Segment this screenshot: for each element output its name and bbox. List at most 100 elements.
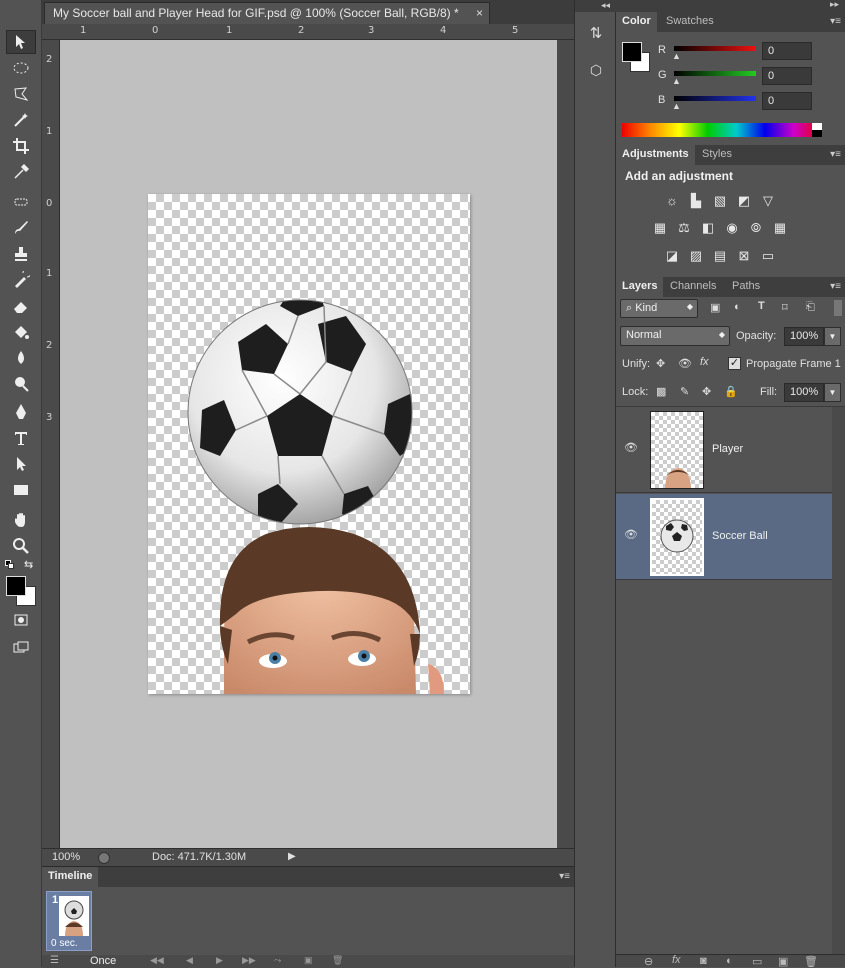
link-layers-icon[interactable]: ⊖ xyxy=(644,955,653,968)
zoom-tool-icon[interactable] xyxy=(6,534,36,558)
lock-position-icon[interactable]: ✥ xyxy=(702,385,711,398)
swap-colors-icon[interactable]: ⇆ xyxy=(24,558,33,571)
blue-slider-handle-icon[interactable]: ▲ xyxy=(672,101,681,111)
new-layer-icon[interactable]: ▣ xyxy=(778,955,788,968)
path-selection-icon[interactable] xyxy=(6,452,36,476)
photo-filter-icon[interactable]: ◉ xyxy=(724,221,740,235)
first-frame-icon[interactable]: ◀◀ xyxy=(150,955,164,966)
blue-slider[interactable] xyxy=(674,96,756,101)
clone-stamp-icon[interactable] xyxy=(6,242,36,266)
posterize-icon[interactable]: ▨ xyxy=(688,249,704,263)
lock-transparent-icon[interactable]: ▩ xyxy=(656,385,666,398)
layer-name[interactable]: Soccer Ball xyxy=(712,530,768,542)
panel-menu-icon[interactable]: ▾≡ xyxy=(559,871,570,882)
black-white-icon[interactable]: ◧ xyxy=(700,221,716,235)
eraser-tool-icon[interactable] xyxy=(6,294,36,318)
new-adjustment-icon[interactable]: ◐ xyxy=(726,955,733,967)
levels-icon[interactable]: ▙ xyxy=(688,194,704,208)
move-tool-icon[interactable] xyxy=(6,30,36,54)
lock-pixels-icon[interactable]: ✎ xyxy=(680,385,689,398)
document-canvas[interactable] xyxy=(148,194,470,694)
status-info-icon[interactable] xyxy=(98,852,110,864)
hand-tool-icon[interactable] xyxy=(6,508,36,532)
layer-style-icon[interactable]: fx xyxy=(672,954,681,966)
color-spectrum-ramp[interactable] xyxy=(622,123,822,137)
properties-panel-icon[interactable]: ⬡ xyxy=(585,62,607,88)
vibrance-icon[interactable]: ▽ xyxy=(760,194,776,208)
loop-options[interactable]: Once xyxy=(90,955,116,967)
marquee-tool-icon[interactable] xyxy=(6,56,36,80)
tab-timeline[interactable]: Timeline xyxy=(42,867,99,887)
tab-swatches[interactable]: Swatches xyxy=(660,12,720,32)
healing-brush-icon[interactable] xyxy=(6,190,36,214)
brightness-contrast-icon[interactable]: ☼ xyxy=(664,194,680,208)
selective-color-icon[interactable]: ⊠ xyxy=(736,249,752,263)
visibility-eye-icon[interactable]: 👁 xyxy=(624,528,638,542)
invert-icon[interactable]: ◪ xyxy=(664,249,680,263)
tab-color[interactable]: Color xyxy=(616,12,657,32)
animation-frame[interactable]: 1 0 sec. xyxy=(46,891,92,951)
curves-icon[interactable]: ▧ xyxy=(712,194,728,208)
lasso-tool-icon[interactable] xyxy=(6,82,36,106)
layers-scrollbar[interactable] xyxy=(832,407,845,954)
timeline-convert-icon[interactable]: ☰ xyxy=(50,955,59,966)
gradient-map-icon[interactable]: ▭ xyxy=(760,249,776,263)
quick-mask-icon[interactable] xyxy=(6,608,36,632)
color-panel-foreground-swatch[interactable] xyxy=(622,42,642,62)
duplicate-frame-icon[interactable]: ▣ xyxy=(304,955,313,966)
green-value-field[interactable]: 0 xyxy=(762,67,812,85)
screen-mode-icon[interactable] xyxy=(6,636,36,660)
tab-paths[interactable]: Paths xyxy=(726,277,766,297)
status-menu-arrow-icon[interactable]: ▶ xyxy=(288,851,296,862)
next-frame-icon[interactable]: ▶▶ xyxy=(242,955,256,966)
frame-delay[interactable]: 0 sec. xyxy=(51,938,78,949)
layer-name[interactable]: Player xyxy=(712,443,743,455)
exposure-icon[interactable]: ◩ xyxy=(736,194,752,208)
layer-filter-kind[interactable]: ⌕ Kind ◆ xyxy=(620,299,698,318)
opacity-dropdown-icon[interactable]: ▼ xyxy=(824,327,841,346)
red-value-field[interactable]: 0 xyxy=(762,42,812,60)
blur-tool-icon[interactable] xyxy=(6,346,36,370)
document-tab[interactable]: My Soccer ball and Player Head for GIF.p… xyxy=(44,2,490,24)
filter-toggle-switch[interactable] xyxy=(834,300,842,316)
filter-shape-icon[interactable]: ⌑ xyxy=(782,301,788,314)
threshold-icon[interactable]: ▤ xyxy=(712,249,728,263)
dodge-tool-icon[interactable] xyxy=(6,372,36,396)
crop-tool-icon[interactable] xyxy=(6,134,36,158)
channel-mixer-icon[interactable]: ⦾ xyxy=(748,221,764,235)
unify-position-icon[interactable]: ✥ xyxy=(656,357,665,370)
collapse-dock-icon[interactable]: ◂◂ xyxy=(601,0,610,11)
tween-icon[interactable]: ⤳ xyxy=(274,955,281,966)
panel-menu-icon[interactable]: ▾≡ xyxy=(830,16,841,27)
delete-layer-icon[interactable]: 🗑 xyxy=(804,955,818,968)
eyedropper-icon[interactable] xyxy=(6,160,36,184)
add-mask-icon[interactable]: ◙ xyxy=(700,955,707,967)
green-slider-handle-icon[interactable]: ▲ xyxy=(672,76,681,86)
foreground-color-swatch[interactable] xyxy=(6,576,26,596)
filter-pixel-icon[interactable]: ▣ xyxy=(710,301,720,314)
delete-frame-icon[interactable]: 🗑 xyxy=(332,955,343,966)
expand-dock-icon[interactable]: ▸▸ xyxy=(830,0,839,10)
new-group-icon[interactable]: ▭ xyxy=(752,955,762,968)
unify-visibility-icon[interactable]: 👁 xyxy=(678,357,692,370)
propagate-frame-checkbox[interactable]: ✓ xyxy=(728,357,741,370)
filter-adjustment-icon[interactable]: ◐ xyxy=(734,301,741,313)
green-slider[interactable] xyxy=(674,71,756,76)
opacity-field[interactable]: 100% xyxy=(784,327,824,346)
tab-styles[interactable]: Styles xyxy=(696,145,738,165)
filter-smart-object-icon[interactable]: ⎗ xyxy=(806,301,815,314)
previous-frame-icon[interactable]: ◀ xyxy=(186,955,193,966)
history-panel-icon[interactable]: ⇅ xyxy=(585,24,607,50)
brush-tool-icon[interactable] xyxy=(6,216,36,240)
color-balance-icon[interactable]: ⚖ xyxy=(676,221,692,235)
fill-dropdown-icon[interactable]: ▼ xyxy=(824,383,841,402)
vertical-scrollbar[interactable] xyxy=(557,40,574,848)
zoom-level[interactable]: 100% xyxy=(52,851,80,863)
panel-menu-icon[interactable]: ▾≡ xyxy=(830,149,841,160)
visibility-eye-icon[interactable]: 👁 xyxy=(624,441,638,455)
lock-all-icon[interactable]: 🔒 xyxy=(724,385,738,398)
layer-row-player[interactable]: 👁 Player xyxy=(616,407,832,493)
tab-layers[interactable]: Layers xyxy=(616,277,664,297)
history-brush-icon[interactable] xyxy=(6,268,36,292)
default-colors-icon[interactable] xyxy=(5,560,15,570)
